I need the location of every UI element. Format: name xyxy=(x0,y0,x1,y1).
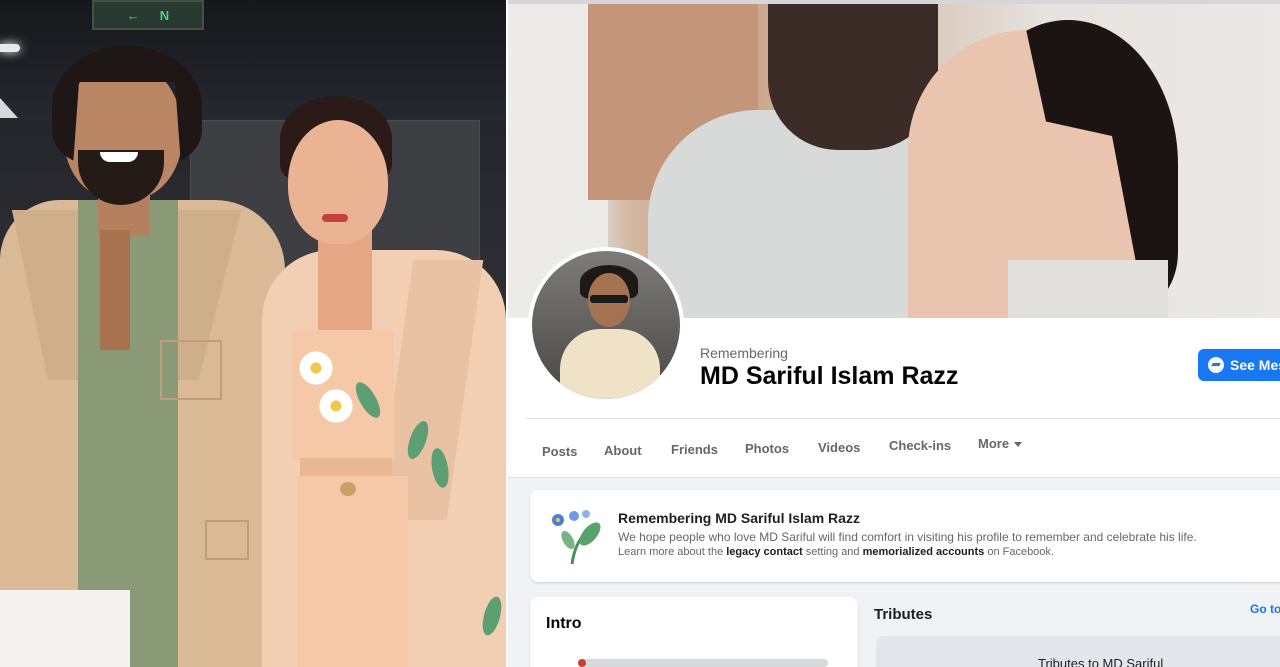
flower-icon xyxy=(552,510,601,565)
man-pocket xyxy=(205,520,249,560)
woman-midriff xyxy=(300,458,392,478)
go-to-tributes-link[interactable]: Go to xyxy=(1250,602,1280,616)
chevron-down-icon xyxy=(1014,442,1023,448)
intro-card: Intro xyxy=(530,597,858,667)
exit-sign-text: N xyxy=(159,7,170,23)
intro-icon xyxy=(578,659,586,667)
memorial-title: Remembering MD Sariful Islam Razz xyxy=(618,510,860,526)
profile-name: MD Sariful Islam Razz xyxy=(700,362,959,390)
messenger-icon xyxy=(1208,357,1224,373)
learn-prefix: Learn more about the xyxy=(618,546,727,558)
see-message-button[interactable]: See Mes xyxy=(1198,349,1280,381)
remembering-label: Remembering xyxy=(700,345,788,361)
man-pocket xyxy=(160,340,222,400)
tab-more[interactable]: More xyxy=(978,436,1023,451)
tab-posts[interactable]: Posts xyxy=(542,444,577,459)
tab-check-ins[interactable]: Check-ins xyxy=(889,438,951,453)
tab-photos[interactable]: Photos xyxy=(745,441,789,456)
ceiling-lamp xyxy=(0,44,20,52)
tab-divider xyxy=(526,418,1280,419)
tab-videos[interactable]: Videos xyxy=(818,440,860,455)
avatar-glasses xyxy=(590,295,628,303)
learn-suffix: on Facebook. xyxy=(984,546,1054,558)
tab-about[interactable]: About xyxy=(604,443,642,458)
flower-print xyxy=(318,388,354,424)
message-button-label: See Mes xyxy=(1230,357,1280,373)
tributes-card-text: Tributes to MD Sariful xyxy=(1038,656,1164,667)
exit-arrow: ← xyxy=(126,7,140,23)
woman-head xyxy=(288,120,388,244)
man-chest xyxy=(100,230,130,350)
profile-picture[interactable] xyxy=(528,247,684,403)
woman-button xyxy=(340,482,356,496)
memorial-learn-more: Learn more about the legacy contact sett… xyxy=(618,546,1054,558)
man-smile xyxy=(100,152,138,162)
tab-friends[interactable]: Friends xyxy=(671,442,718,457)
exit-sign: ← N xyxy=(92,0,204,30)
avatar xyxy=(532,251,680,399)
avatar-coat xyxy=(560,329,660,399)
legacy-contact-link[interactable]: legacy contact xyxy=(726,546,802,558)
flower-print xyxy=(298,350,334,386)
tributes-card: Tributes to MD Sariful xyxy=(876,636,1280,667)
memorial-text: We hope people who love MD Sariful will … xyxy=(618,530,1197,544)
tab-more-label: More xyxy=(978,436,1010,451)
man-pants xyxy=(0,590,130,667)
woman-lips xyxy=(322,214,348,222)
couple-photo: ← N xyxy=(0,0,506,667)
tributes-title: Tributes xyxy=(874,606,933,623)
memorial-banner: Remembering MD Sariful Islam Razz We hop… xyxy=(530,490,1280,582)
learn-middle: setting and xyxy=(802,546,863,558)
intro-line xyxy=(578,659,828,667)
top-edge xyxy=(508,0,1280,4)
woman-pants xyxy=(298,476,408,667)
facebook-profile-screenshot: Remembering MD Sariful Islam Razz See Me… xyxy=(508,0,1280,667)
intro-title: Intro xyxy=(546,615,582,632)
memorialized-accounts-link[interactable]: memorialized accounts xyxy=(863,546,985,558)
cover-gown xyxy=(1008,260,1168,318)
